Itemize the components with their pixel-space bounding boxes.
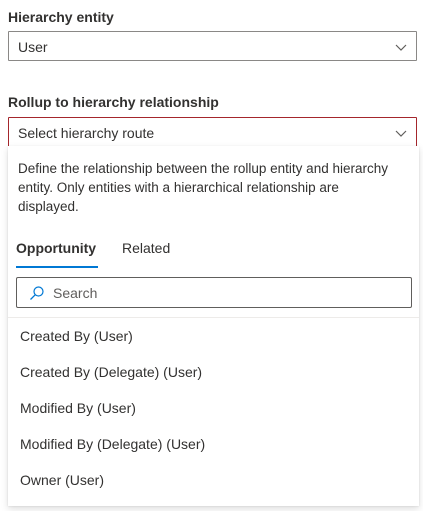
chevron-down-icon: [395, 130, 407, 137]
list-item-created-by-delegate-user[interactable]: Created By (Delegate) (User): [8, 354, 419, 390]
tab-related[interactable]: Related: [122, 238, 170, 268]
selected-tab-indicator: [16, 266, 98, 268]
panel-description: Define the relationship between the roll…: [18, 161, 388, 214]
hierarchy-entity-value: User: [18, 39, 48, 55]
chevron-down-icon: [395, 44, 407, 51]
search-box[interactable]: [16, 277, 412, 308]
tab-related-label: Related: [122, 240, 171, 256]
hierarchy-entity-dropdown[interactable]: User: [8, 31, 417, 61]
hierarchy-entity-label: Hierarchy entity: [8, 9, 114, 25]
tab-opportunity-label: Opportunity: [16, 240, 97, 256]
relationship-list: Created By (User) Created By (Delegate) …: [8, 318, 419, 498]
list-item-owner-user[interactable]: Owner (User): [8, 462, 419, 498]
rollup-relationship-label: Rollup to hierarchy relationship: [8, 94, 219, 110]
tab-opportunity[interactable]: Opportunity: [16, 238, 98, 268]
list-item-created-by-user[interactable]: Created By (User): [8, 318, 419, 354]
list-item-modified-by-delegate-user[interactable]: Modified By (Delegate) (User): [8, 426, 419, 462]
search-icon: [30, 286, 44, 300]
hierarchy-route-value: Select hierarchy route: [18, 125, 155, 141]
search-input[interactable]: [53, 282, 393, 303]
hierarchy-route-panel: Define the relationship between the roll…: [8, 146, 419, 506]
hierarchy-route-dropdown[interactable]: Select hierarchy route: [8, 117, 417, 147]
list-item-modified-by-user[interactable]: Modified By (User): [8, 390, 419, 426]
